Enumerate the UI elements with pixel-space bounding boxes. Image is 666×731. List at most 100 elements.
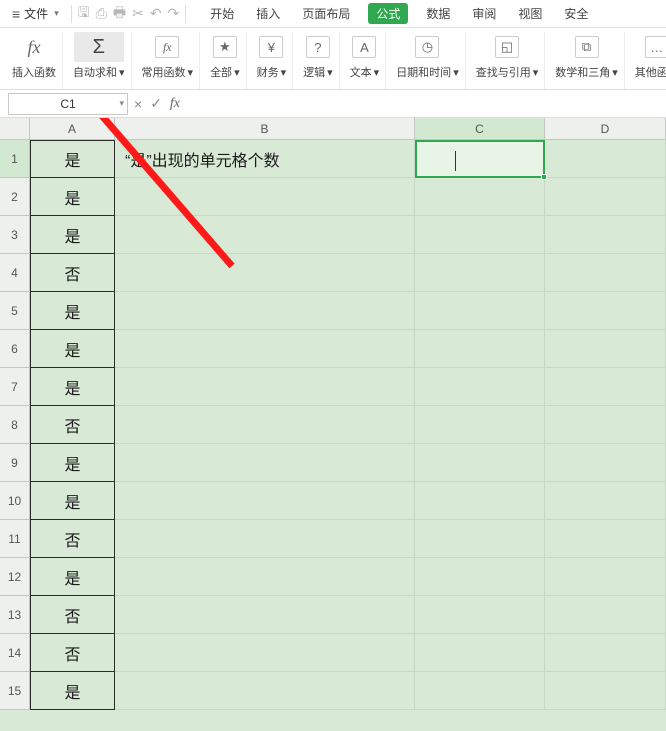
cell-C5[interactable]: [415, 292, 545, 330]
cells-area[interactable]: 是“是”出现的单元格个数是是否是是是否是是否是否否是: [30, 140, 666, 710]
fx-icon[interactable]: fx: [170, 96, 180, 112]
row-header-7[interactable]: 7: [0, 368, 30, 406]
column-header-B[interactable]: B: [115, 118, 415, 140]
tab-数据[interactable]: 数据: [422, 1, 454, 26]
cell-C11[interactable]: [415, 520, 545, 558]
cell-B5[interactable]: [115, 292, 415, 330]
fill-handle[interactable]: [541, 174, 547, 180]
row-header-6[interactable]: 6: [0, 330, 30, 368]
formula-input[interactable]: [186, 93, 666, 115]
cell-B14[interactable]: [115, 634, 415, 672]
row-header-8[interactable]: 8: [0, 406, 30, 444]
cell-B3[interactable]: [115, 216, 415, 254]
cell-D2[interactable]: [545, 178, 666, 216]
row-header-1[interactable]: 1: [0, 140, 30, 178]
column-header-A[interactable]: A: [30, 118, 115, 140]
row-header-15[interactable]: 15: [0, 672, 30, 710]
cell-C10[interactable]: [415, 482, 545, 520]
cell-D5[interactable]: [545, 292, 666, 330]
ribbon-math[interactable]: ⧉ 数学和三角▾: [549, 32, 625, 89]
cell-B12[interactable]: [115, 558, 415, 596]
cell-D9[interactable]: [545, 444, 666, 482]
cancel-icon[interactable]: ×: [134, 96, 142, 112]
cell-A9[interactable]: 是: [30, 444, 115, 482]
cell-D3[interactable]: [545, 216, 666, 254]
cell-A1[interactable]: 是: [30, 140, 115, 178]
cell-B7[interactable]: [115, 368, 415, 406]
chevron-down-icon[interactable]: ▾: [119, 98, 124, 109]
tab-开始[interactable]: 开始: [206, 1, 238, 26]
cell-C13[interactable]: [415, 596, 545, 634]
cell-A7[interactable]: 是: [30, 368, 115, 406]
cell-C4[interactable]: [415, 254, 545, 292]
cell-C8[interactable]: [415, 406, 545, 444]
cell-B2[interactable]: [115, 178, 415, 216]
cell-A13[interactable]: 否: [30, 596, 115, 634]
column-header-C[interactable]: C: [415, 118, 545, 140]
cell-A5[interactable]: 是: [30, 292, 115, 330]
cell-D7[interactable]: [545, 368, 666, 406]
cell-C12[interactable]: [415, 558, 545, 596]
cell-B11[interactable]: [115, 520, 415, 558]
cell-B1[interactable]: “是”出现的单元格个数: [115, 140, 415, 178]
tab-页面布局[interactable]: 页面布局: [298, 1, 354, 26]
select-all-corner[interactable]: [0, 118, 30, 140]
row-header-3[interactable]: 3: [0, 216, 30, 254]
row-header-12[interactable]: 12: [0, 558, 30, 596]
cell-B15[interactable]: [115, 672, 415, 710]
row-header-11[interactable]: 11: [0, 520, 30, 558]
ribbon-finance[interactable]: ¥ 财务▾: [251, 32, 294, 89]
ribbon-lookup[interactable]: ◱ 查找与引用▾: [470, 32, 546, 89]
spreadsheet-grid[interactable]: ABCD 123456789101112131415 是“是”出现的单元格个数是…: [0, 118, 666, 731]
ribbon-auto-sum[interactable]: Σ 自动求和▾: [67, 32, 132, 89]
save-icon[interactable]: 🖫: [78, 2, 90, 26]
row-header-2[interactable]: 2: [0, 178, 30, 216]
cell-D15[interactable]: [545, 672, 666, 710]
tab-公式[interactable]: 公式: [368, 3, 408, 24]
row-header-9[interactable]: 9: [0, 444, 30, 482]
row-header-13[interactable]: 13: [0, 596, 30, 634]
cell-D6[interactable]: [545, 330, 666, 368]
cell-A11[interactable]: 否: [30, 520, 115, 558]
cell-D12[interactable]: [545, 558, 666, 596]
name-box[interactable]: C1 ▾: [8, 93, 128, 115]
file-menu[interactable]: ≡ 文件 ▾: [6, 3, 65, 24]
cell-B10[interactable]: [115, 482, 415, 520]
row-header-4[interactable]: 4: [0, 254, 30, 292]
cell-C3[interactable]: [415, 216, 545, 254]
cut-icon[interactable]: ✂: [132, 5, 144, 22]
row-header-5[interactable]: 5: [0, 292, 30, 330]
cell-C9[interactable]: [415, 444, 545, 482]
tab-插入[interactable]: 插入: [252, 1, 284, 26]
cell-C6[interactable]: [415, 330, 545, 368]
cell-C1[interactable]: [415, 140, 545, 178]
cell-D4[interactable]: [545, 254, 666, 292]
cell-A6[interactable]: 是: [30, 330, 115, 368]
cell-B13[interactable]: [115, 596, 415, 634]
cell-C14[interactable]: [415, 634, 545, 672]
ribbon-text[interactable]: A 文本▾: [344, 32, 387, 89]
cell-B6[interactable]: [115, 330, 415, 368]
tab-视图[interactable]: 视图: [514, 1, 546, 26]
cell-B8[interactable]: [115, 406, 415, 444]
accept-icon[interactable]: ✓: [150, 95, 162, 112]
ribbon-all[interactable]: ★ 全部▾: [204, 32, 247, 89]
ribbon-logic[interactable]: ? 逻辑▾: [297, 32, 340, 89]
print-preview-icon[interactable]: ⎙: [96, 5, 107, 22]
redo-icon[interactable]: ↷: [168, 5, 180, 22]
cell-B9[interactable]: [115, 444, 415, 482]
cell-A15[interactable]: 是: [30, 672, 115, 710]
row-header-10[interactable]: 10: [0, 482, 30, 520]
undo-icon[interactable]: ↶: [150, 5, 162, 22]
cell-A14[interactable]: 否: [30, 634, 115, 672]
ribbon-datetime[interactable]: ◷ 日期和时间▾: [390, 32, 466, 89]
print-icon[interactable]: 🖶: [113, 2, 126, 26]
cell-D13[interactable]: [545, 596, 666, 634]
cell-A8[interactable]: 否: [30, 406, 115, 444]
cell-D10[interactable]: [545, 482, 666, 520]
ribbon-other[interactable]: … 其他函数: [629, 32, 666, 89]
cell-D8[interactable]: [545, 406, 666, 444]
cell-C7[interactable]: [415, 368, 545, 406]
cell-C15[interactable]: [415, 672, 545, 710]
cell-D1[interactable]: [545, 140, 666, 178]
